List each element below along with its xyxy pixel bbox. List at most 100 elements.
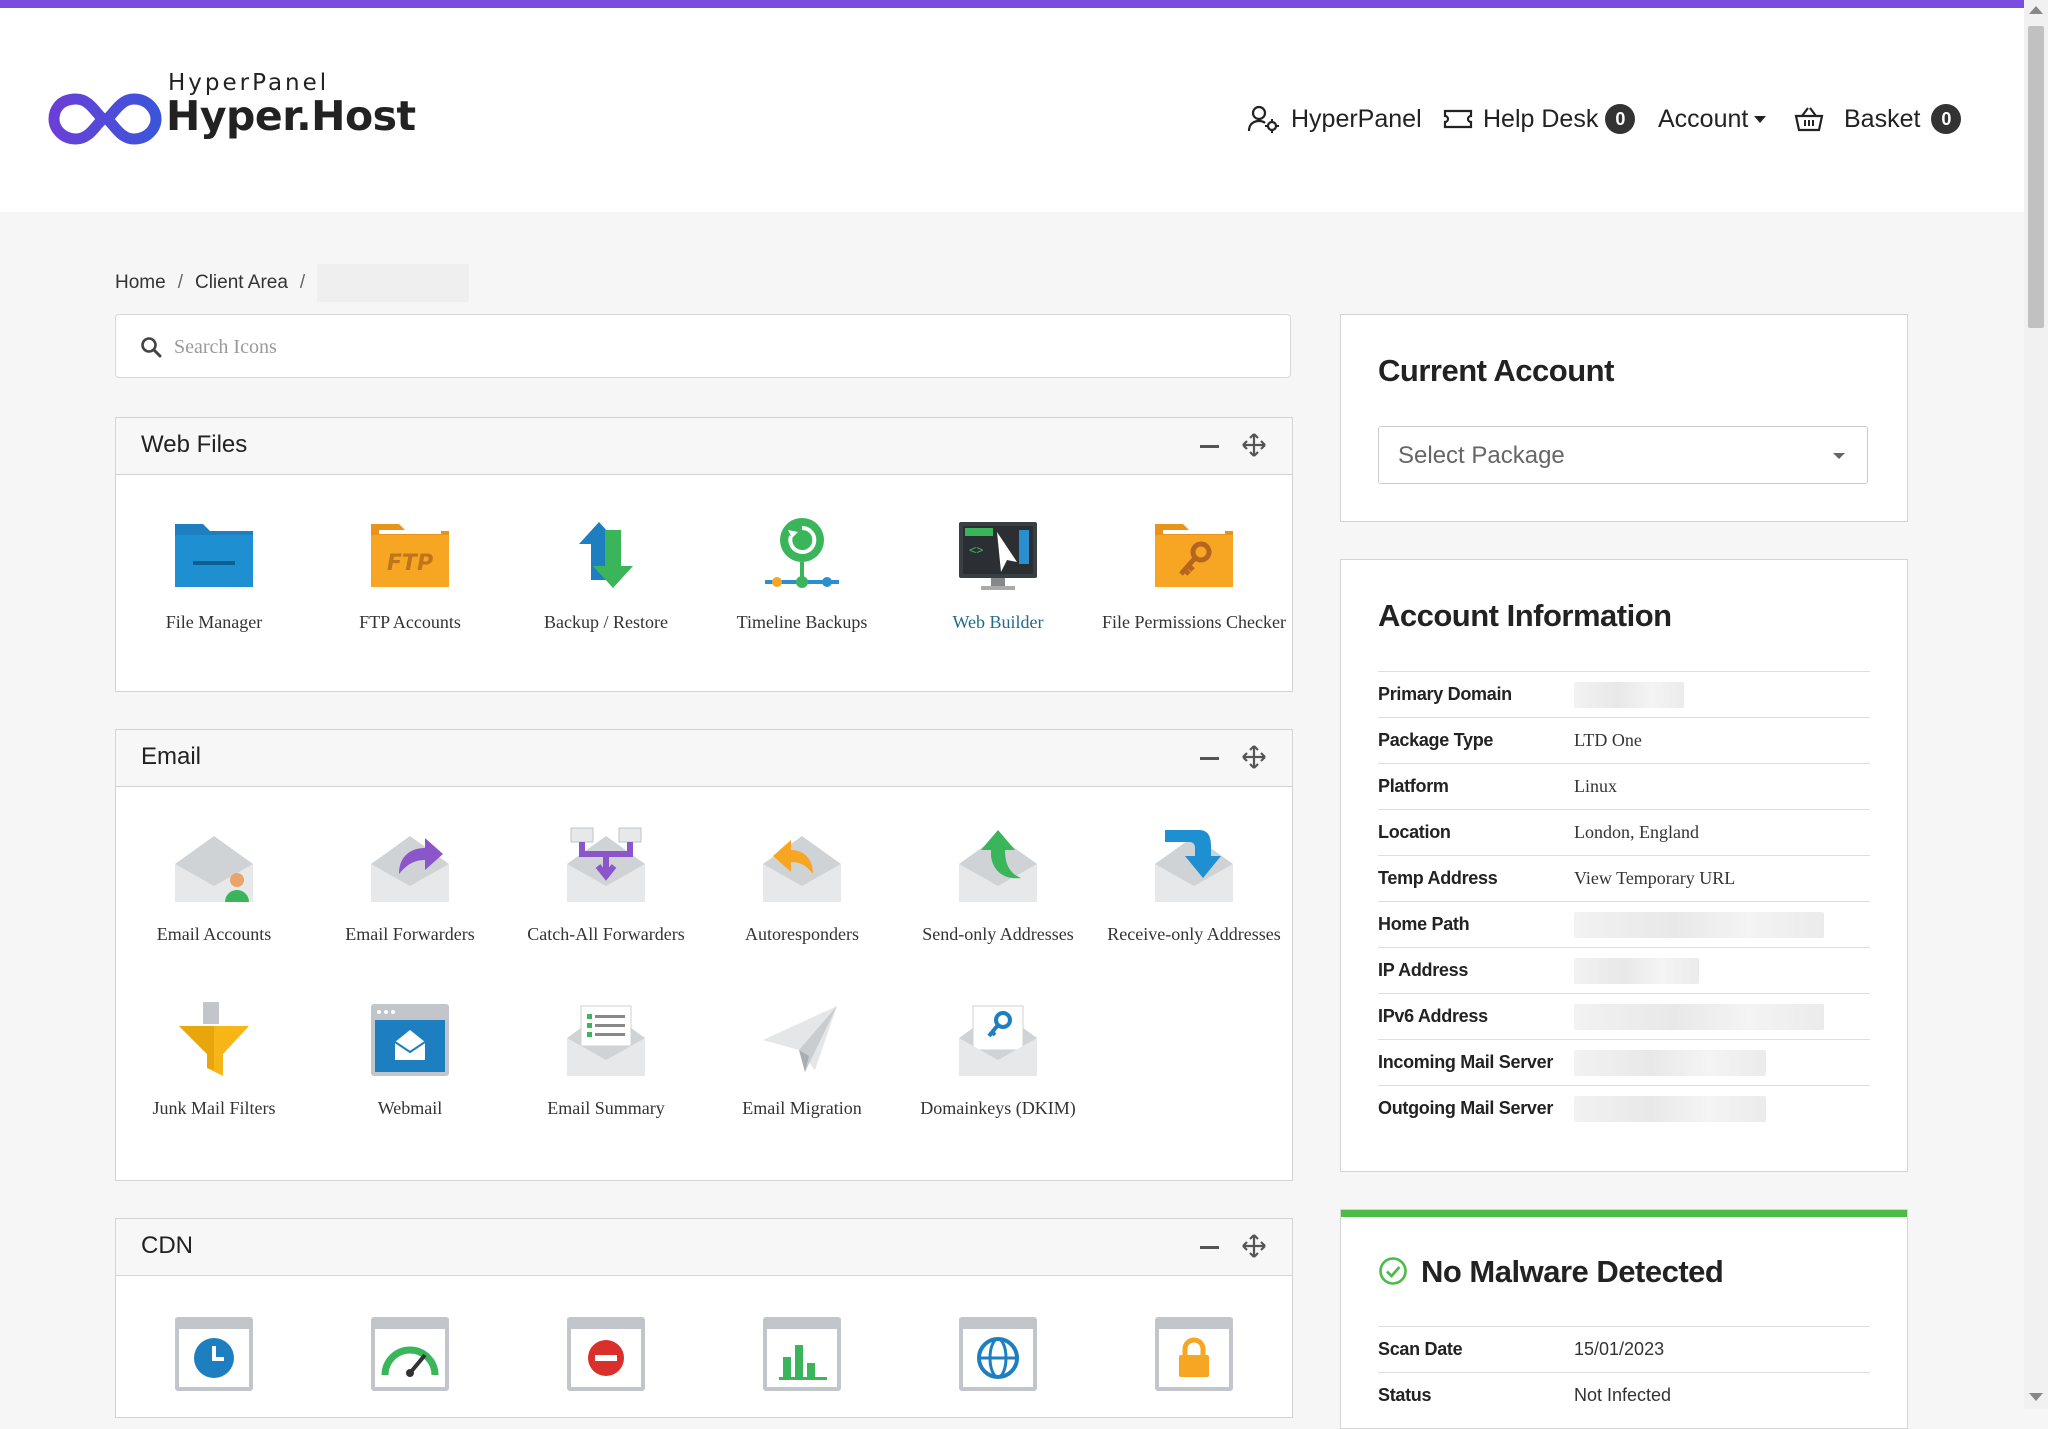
status-accent-bar (1341, 1210, 1907, 1217)
minimize-icon[interactable] (1200, 1246, 1219, 1249)
info-value-redacted (1574, 671, 1870, 718)
envelope-reply-icon (763, 836, 841, 902)
info-label: Package Type (1378, 717, 1574, 764)
info-value-redacted (1574, 993, 1870, 1040)
scroll-down-arrow-icon[interactable] (2029, 1393, 2043, 1401)
minimize-icon[interactable] (1200, 445, 1219, 448)
breadcrumb-client-area[interactable]: Client Area (195, 272, 288, 294)
folder-blue-icon (175, 524, 253, 587)
tile-label: Catch-All Forwarders (527, 924, 685, 944)
table-row: Outgoing Mail Server (1378, 1085, 1870, 1131)
check-circle-icon (1379, 1257, 1407, 1285)
ticket-icon (1443, 109, 1473, 129)
panel-header: CDN (116, 1219, 1292, 1276)
icon-search-box[interactable] (115, 314, 1291, 378)
cdn-tile[interactable] (508, 1315, 704, 1402)
clock-window-icon (175, 1317, 253, 1391)
move-icon[interactable] (1241, 744, 1267, 770)
browser-envelope-icon (371, 1004, 449, 1076)
nav-account-dropdown[interactable]: Account (1658, 100, 1767, 138)
temp-url-link[interactable]: View Temporary URL (1574, 855, 1870, 902)
scroll-up-arrow-icon[interactable] (2029, 6, 2043, 14)
cdn-tile[interactable] (1096, 1315, 1292, 1402)
tile-label: Receive-only Addresses (1107, 924, 1281, 944)
current-account-card: Current Account Select Package (1340, 314, 1908, 522)
info-label: Location (1378, 809, 1574, 856)
lock-window-icon (1155, 1317, 1233, 1391)
envelope-forward-icon (371, 836, 449, 902)
malware-info-table: Scan Date 15/01/2023 Status Not Infected (1378, 1326, 1870, 1418)
page-scrollbar[interactable] (2024, 0, 2048, 1409)
tile-label: FTP Accounts (359, 612, 461, 632)
email-migration-tile[interactable]: Email Migration (704, 1000, 900, 1121)
nav-helpdesk[interactable]: Help Desk 0 (1443, 100, 1636, 138)
bar-chart-window-icon (763, 1317, 841, 1391)
minimize-icon[interactable] (1200, 757, 1219, 760)
webmail-tile[interactable]: Webmail (312, 1000, 508, 1121)
tile-label: Email Migration (742, 1098, 862, 1118)
move-icon[interactable] (1241, 432, 1267, 458)
envelope-key-icon (959, 1005, 1037, 1076)
funnel-filter-icon (179, 1002, 249, 1076)
info-label: Home Path (1378, 901, 1574, 948)
breadcrumb-home[interactable]: Home (115, 272, 166, 294)
panel-title: Email (141, 743, 202, 770)
user-cog-icon (1247, 105, 1279, 133)
email-summary-tile[interactable]: Email Summary (508, 1000, 704, 1121)
junk-mail-filters-tile[interactable]: Junk Mail Filters (116, 1000, 312, 1121)
nav-hyperpanel[interactable]: HyperPanel (1247, 100, 1422, 138)
domainkeys-dkim-tile[interactable]: Domainkeys (DKIM) (900, 1000, 1096, 1121)
catch-all-forwarders-tile[interactable]: Catch-All Forwarders (508, 826, 704, 947)
panel-header: Email (116, 730, 1292, 787)
info-label: Outgoing Mail Server (1378, 1085, 1574, 1131)
table-row: Home Path (1378, 901, 1870, 948)
autoresponders-tile[interactable]: Autoresponders (704, 826, 900, 947)
cdn-tile[interactable] (312, 1315, 508, 1402)
cdn-tile[interactable] (704, 1315, 900, 1402)
nav-basket[interactable]: Basket 0 (1794, 100, 1962, 138)
ftp-accounts-tile[interactable]: FTP FTP Accounts (312, 514, 508, 635)
hyperhost-logo[interactable]: HyperPanel Hyper.Host (48, 70, 416, 156)
email-panel: Email Email Accounts Email Forwarders Ca… (115, 729, 1293, 1181)
email-accounts-tile[interactable]: Email Accounts (116, 826, 312, 947)
send-only-addresses-tile[interactable]: Send-only Addresses (900, 826, 1096, 947)
cdn-tile[interactable] (116, 1315, 312, 1402)
cdn-tile[interactable] (900, 1315, 1096, 1402)
tile-label: Send-only Addresses (922, 924, 1074, 944)
move-icon[interactable] (1241, 1233, 1267, 1259)
speedometer-window-icon (371, 1317, 449, 1391)
scrollbar-thumb[interactable] (2028, 26, 2044, 328)
tile-label: Timeline Backups (736, 612, 868, 632)
file-manager-tile[interactable]: File Manager (116, 514, 312, 635)
backup-restore-tile[interactable]: Backup / Restore (508, 514, 704, 635)
search-icon (141, 337, 162, 358)
info-value-redacted (1574, 901, 1870, 948)
email-forwarders-tile[interactable]: Email Forwarders (312, 826, 508, 947)
basket-count-badge: 0 (1931, 104, 1962, 134)
table-row: Status Not Infected (1378, 1372, 1870, 1418)
file-permissions-checker-tile[interactable]: File Permissions Checker (1096, 514, 1292, 635)
panel-title: Web Files (141, 431, 248, 458)
timeline-backups-tile[interactable]: Timeline Backups (704, 514, 900, 635)
receive-only-addresses-tile[interactable]: Receive-only Addresses (1096, 826, 1292, 947)
nav-hyperpanel-label: HyperPanel (1291, 104, 1422, 133)
info-label: Incoming Mail Server (1378, 1039, 1574, 1086)
tile-label: File Manager (165, 612, 263, 632)
nav-account-label: Account (1658, 104, 1749, 133)
tile-label: Web Builder (952, 612, 1044, 632)
search-input[interactable] (172, 329, 1256, 365)
package-select[interactable]: Select Package (1378, 426, 1868, 484)
card-title: No Malware Detected (1421, 1254, 1724, 1289)
breadcrumb-separator: / (177, 272, 183, 293)
info-label: IP Address (1378, 947, 1574, 994)
tile-label: Email Summary (547, 1098, 665, 1118)
sync-arrows-icon (579, 522, 633, 588)
monitor-builder-icon: <> (959, 522, 1037, 590)
panel-header: Web Files (116, 418, 1292, 475)
chevron-down-icon (1833, 453, 1845, 459)
info-value-redacted (1574, 1039, 1870, 1086)
envelope-list-icon (567, 1005, 645, 1076)
tile-label: Email Forwarders (345, 924, 475, 944)
account-info-table: Primary Domain Package Type LTD One Platf… (1378, 671, 1870, 1131)
web-builder-tile[interactable]: <> Web Builder (900, 514, 1096, 635)
